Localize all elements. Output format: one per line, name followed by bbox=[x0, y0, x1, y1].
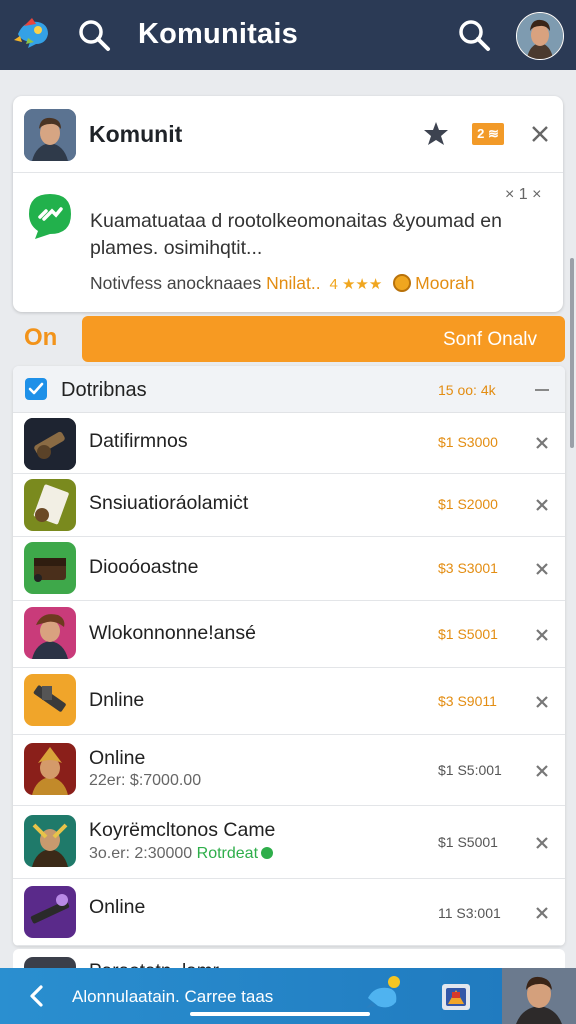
list-item[interactable]: Online 22er: $:7000.00 $1 S5:001 bbox=[13, 735, 565, 806]
app-logo-icon[interactable] bbox=[14, 14, 52, 52]
community-card: Komunit 2 ≋ × 1 × Kuamatuataa d rootolke… bbox=[13, 96, 563, 312]
list-item-value: $1 S2000 bbox=[438, 496, 498, 512]
list-item-value: $3 S3001 bbox=[438, 560, 498, 576]
list-item-subtitle-text: 3o.er: 2:30000 bbox=[89, 845, 193, 862]
bird-mascot-icon[interactable] bbox=[364, 974, 404, 1014]
list-item[interactable]: Wlokonnonne!ansé $1 S5001 bbox=[13, 601, 565, 668]
list-item[interactable]: Diooóoastne $3 S3001 bbox=[13, 537, 565, 601]
list-item-value: $3 S9011 bbox=[438, 693, 497, 709]
list-item-title: Dnline bbox=[89, 689, 145, 711]
list-item[interactable]: Datifirmnos $1 S3000 bbox=[13, 413, 565, 474]
list-item[interactable]: Online 11 S3:001 bbox=[13, 879, 565, 946]
portrait-icon bbox=[502, 968, 576, 1024]
scrollbar[interactable] bbox=[570, 258, 574, 448]
close-icon[interactable] bbox=[534, 694, 550, 710]
list-item[interactable]: Koyrëmcltonos Came 3o.er: 2:30000 Rotrde… bbox=[13, 806, 565, 879]
bottom-bar: Alonnulaatain. Carree taas bbox=[0, 968, 576, 1024]
app-title: Komunitais bbox=[138, 18, 298, 50]
list-item-title: Diooóoastne bbox=[89, 556, 199, 578]
top-app-bar: Komunitais bbox=[0, 0, 576, 70]
list-item-value: $1 S5001 bbox=[438, 834, 498, 850]
list-item-title: Koyrëmcltonos Came bbox=[89, 819, 276, 841]
status-label: On bbox=[24, 324, 58, 351]
cannon-icon bbox=[24, 418, 76, 470]
profile-avatar[interactable] bbox=[502, 968, 576, 1024]
avatar-portrait-icon bbox=[517, 13, 563, 59]
list-header-label: Dotribnas bbox=[61, 379, 147, 401]
rating-stars: 4 ★★★ bbox=[329, 276, 383, 293]
primary-action-button[interactable]: Sonf Onalv bbox=[82, 316, 565, 362]
dismiss-message-button[interactable]: × 1 × bbox=[505, 186, 541, 204]
list-item-title: Online bbox=[89, 747, 146, 769]
list-item-title: Datifirmnos bbox=[89, 430, 188, 452]
portrait-icon bbox=[24, 109, 76, 161]
footer-muted-text: Notivfess anocknaaes bbox=[90, 273, 262, 293]
badge-star-icon[interactable] bbox=[421, 119, 451, 149]
blaster-weapon-icon bbox=[24, 674, 76, 726]
select-all-checkbox[interactable] bbox=[25, 378, 47, 400]
close-icon[interactable] bbox=[534, 497, 550, 513]
list-item-value: $1 S5001 bbox=[438, 626, 498, 642]
primary-action-label: Sonf Onalv bbox=[443, 329, 537, 350]
list-item-title: Wlokonnonne!ansé bbox=[89, 622, 256, 644]
close-icon[interactable] bbox=[534, 627, 550, 643]
footer-accent-link[interactable]: Nnilat.. bbox=[266, 273, 320, 293]
list-item-title: Snsiuatioráolamiċt bbox=[89, 492, 249, 514]
close-icon[interactable] bbox=[534, 435, 550, 451]
back-arrow-icon[interactable] bbox=[27, 984, 47, 1008]
list-item-title: Online bbox=[89, 896, 146, 918]
chest-reward-icon[interactable] bbox=[438, 978, 474, 1014]
close-icon[interactable] bbox=[528, 122, 552, 146]
close-icon[interactable] bbox=[534, 835, 550, 851]
warrior-portrait-icon bbox=[24, 607, 76, 659]
list-header: Dotribnas 15 oo: 4k bbox=[13, 366, 565, 413]
online-dot-icon bbox=[261, 847, 274, 859]
message-text: Kuamatuataa d rootolkeomonaitas &youmad … bbox=[90, 210, 502, 259]
knight-portrait-icon bbox=[24, 743, 76, 795]
treasure-chest-icon bbox=[24, 542, 76, 594]
game-list: Dotribnas 15 oo: 4k Datifirmnos $1 S3000… bbox=[13, 366, 565, 946]
list-item-subtitle: 22er: $:7000.00 bbox=[89, 772, 202, 789]
list-item-value: $1 S3000 bbox=[438, 434, 498, 450]
status-text: Rotrdeat bbox=[196, 845, 259, 862]
list-item-value: $1 S5:001 bbox=[438, 762, 502, 778]
search-icon[interactable] bbox=[76, 17, 112, 53]
close-icon[interactable] bbox=[534, 763, 550, 779]
footer-tail-link[interactable]: Moorah bbox=[415, 273, 474, 293]
list-item-subtitle: 3o.er: 2:30000 Rotrdeat bbox=[89, 845, 274, 863]
search-icon[interactable] bbox=[456, 17, 492, 53]
home-indicator[interactable] bbox=[190, 1012, 370, 1016]
message-footer: Notivfess anocknaaes Nnilat.. 4 ★★★ Moor… bbox=[90, 273, 475, 294]
rifle-weapon-icon bbox=[24, 886, 76, 938]
list-header-meta: 15 oo: 4k bbox=[438, 382, 496, 398]
coin-icon bbox=[393, 274, 412, 292]
chat-bubble-icon bbox=[29, 194, 71, 239]
close-icon[interactable] bbox=[534, 905, 550, 921]
card-title: Komunit bbox=[89, 121, 183, 147]
close-icon[interactable] bbox=[534, 561, 550, 577]
list-item[interactable]: Dnline $3 S9011 bbox=[13, 668, 565, 735]
bottom-bar-label: Alonnulaatain. Carree taas bbox=[72, 987, 274, 1006]
card-divider bbox=[13, 172, 563, 173]
checkmark-icon bbox=[28, 382, 44, 395]
user-avatar[interactable] bbox=[516, 12, 564, 60]
hero-portrait-icon bbox=[24, 815, 76, 867]
collapse-icon[interactable] bbox=[535, 389, 549, 391]
list-item-value: 11 S3:001 bbox=[438, 905, 501, 921]
community-avatar[interactable] bbox=[24, 109, 76, 161]
list-item[interactable]: Snsiuatioráolamiċt $1 S2000 bbox=[13, 474, 565, 537]
notification-badge[interactable]: 2 ≋ bbox=[472, 123, 504, 145]
scroll-quest-icon bbox=[24, 479, 76, 531]
